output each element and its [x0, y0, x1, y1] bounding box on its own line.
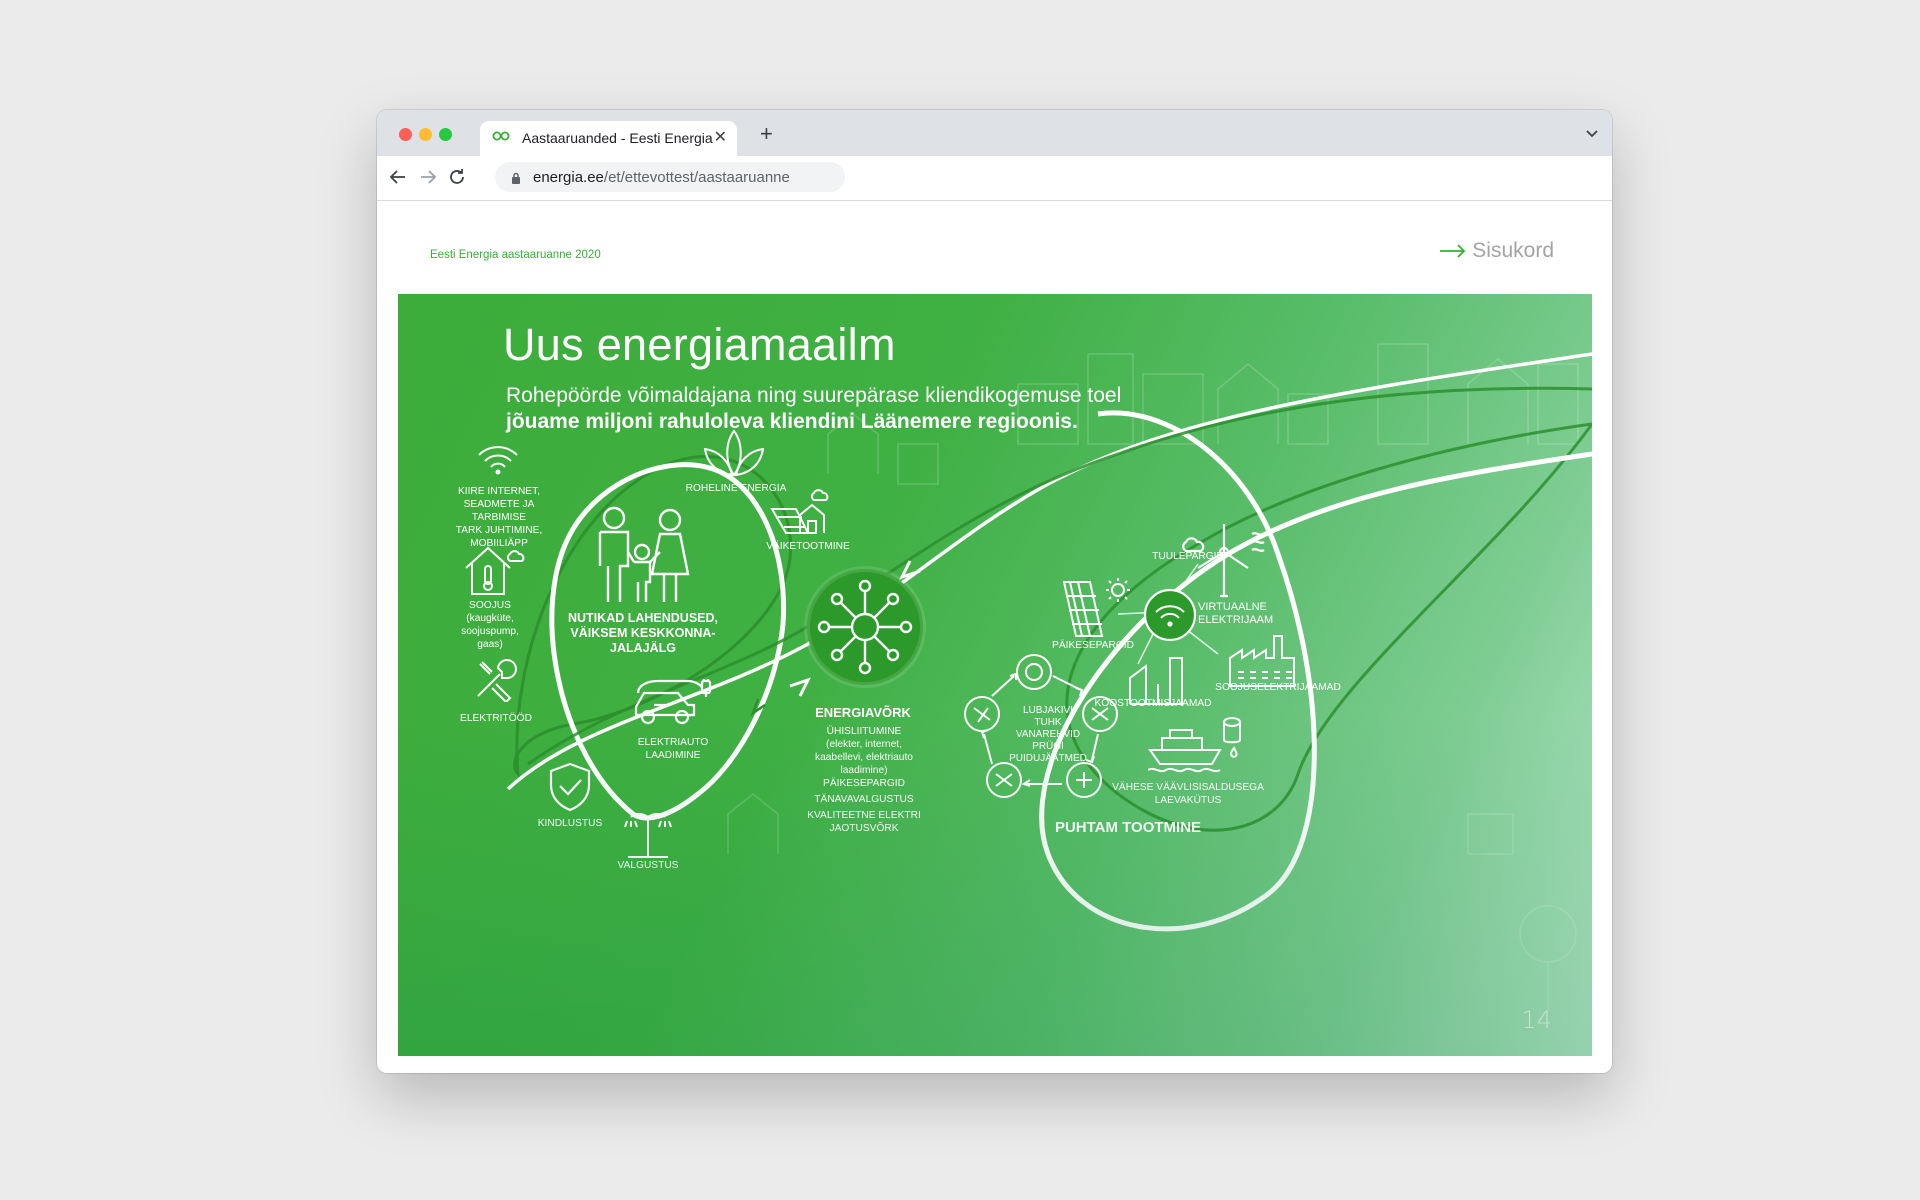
banner-subtitle-line1: Rohepöörde võimaldajana ning suurepärase… — [506, 384, 1122, 407]
wifi-icon — [478, 446, 518, 475]
heat-plants-label: SOOJUSELEKTRIJAAMAD — [1215, 682, 1341, 693]
lock-icon[interactable] — [511, 171, 521, 189]
tab-active[interactable]: Aastaaruanded - Eesti Energia ✕ — [480, 121, 737, 156]
virtual-plant-label: VIRTUAALNE ELEKTRIJAAM — [1198, 601, 1274, 626]
toc-label: Sisukord — [1472, 239, 1554, 262]
infographic-banner: Uus energiamaailm Rohepöörde võimaldajan… — [398, 294, 1592, 1056]
shipping-label: VÄHESE VÄÄVLISISALDUSEGA LAEVAKÜTUS — [1112, 782, 1264, 806]
small-production-label: VÄIKETOOTMINE — [766, 541, 850, 552]
electrical-label: ELEKTRITÖÖD — [460, 713, 532, 724]
arrow-right-icon — [1440, 244, 1466, 258]
circular-label: LUBJAKIVI TUHK VANAREHVID PRÜGI PUIDUJÄÄ… — [1009, 705, 1087, 764]
solar-panel-icon — [1062, 578, 1130, 637]
back-arrow-icon[interactable] — [389, 168, 407, 191]
street-lighting-label: TÄNAVAVALGUSTUS — [814, 794, 914, 805]
clean-production-label: PUHTAM TOOTMINE — [1054, 819, 1202, 836]
insurance-label: KINDLUSTUS — [537, 818, 603, 829]
energy-grid-items: ÜHISLIITUMINE (elekter, internet, kaabel… — [815, 726, 913, 776]
shield-icon — [549, 762, 591, 812]
document-title: Eesti Energia aastaaruanne 2020 — [430, 249, 601, 261]
wind-parks-label: TUULEPARGID — [1152, 551, 1224, 562]
eesti-energia-favicon-icon — [492, 129, 510, 147]
heat-power-plant-icon — [1229, 635, 1295, 687]
forward-arrow-icon[interactable] — [419, 168, 437, 191]
banner-subtitle-line2: jõuame miljoni rahuloleva kliendini Lään… — [506, 410, 1078, 433]
chevron-down-icon[interactable] — [1586, 125, 1598, 143]
energy-grid-title: ENERGIAVÕRK — [815, 705, 911, 720]
url-text[interactable]: energia.ee/et/ettevottest/aastaaruanne — [533, 169, 790, 186]
ev-charging-icon — [634, 679, 712, 725]
browser-window: Aastaaruanded - Eesti Energia ✕ + energi… — [377, 110, 1612, 1073]
family-icon — [598, 506, 690, 602]
street-light-icon — [624, 813, 672, 858]
ship-fuel-icon — [1148, 717, 1241, 773]
close-tab-icon[interactable]: ✕ — [714, 127, 727, 147]
new-tab-button[interactable]: + — [760, 121, 773, 147]
page-content: Eesti Energia aastaaruanne 2020 Sisukord — [377, 201, 1612, 1073]
zoom-window-button[interactable] — [439, 128, 452, 141]
right-solar-parks-label: PÄIKESEPARGID — [1052, 640, 1134, 651]
toc-link[interactable]: Sisukord — [1440, 239, 1554, 263]
reload-icon[interactable] — [448, 168, 466, 191]
solar-house-icon — [770, 489, 829, 534]
tab-bar: Aastaaruanded - Eesti Energia ✕ + — [377, 110, 1612, 156]
heat-label: SOOJUS (kaugküte, soojuspump, gaas) — [461, 600, 519, 650]
page-number: 14 — [1521, 1006, 1552, 1034]
center-solar-parks-label: PÄIKESEPARGID — [823, 778, 905, 789]
quality-grid-label: KVALITEETNE ELEKTRI JAOTUSVÕRK — [807, 810, 921, 834]
minimize-window-button[interactable] — [419, 128, 432, 141]
leaves-icon — [703, 429, 765, 477]
internet-label: KIIRE INTERNET, SEADMETE JA TARBIMISE TA… — [455, 486, 543, 549]
address-bar[interactable]: energia.ee/et/ettevottest/aastaaruanne — [495, 162, 845, 192]
tab-title: Aastaaruanded - Eesti Energia — [522, 130, 713, 146]
ev-charging-label: ELEKTRIAUTO LAADIMINE — [637, 737, 709, 761]
close-window-button[interactable] — [399, 128, 412, 141]
banner-title: Uus energiamaailm — [503, 319, 896, 370]
house-thermometer-icon — [465, 546, 525, 595]
virtual-plant-wifi-icon — [1143, 588, 1197, 642]
tools-icon — [477, 659, 517, 702]
browser-toolbar: energia.ee/et/ettevottest/aastaaruanne — [377, 156, 1612, 201]
smart-solutions-label: NUTIKAD LAHENDUSED, VÄIKSEM KESKKONNA- J… — [568, 611, 718, 655]
lighting-label: VALGUSTUS — [617, 860, 679, 871]
